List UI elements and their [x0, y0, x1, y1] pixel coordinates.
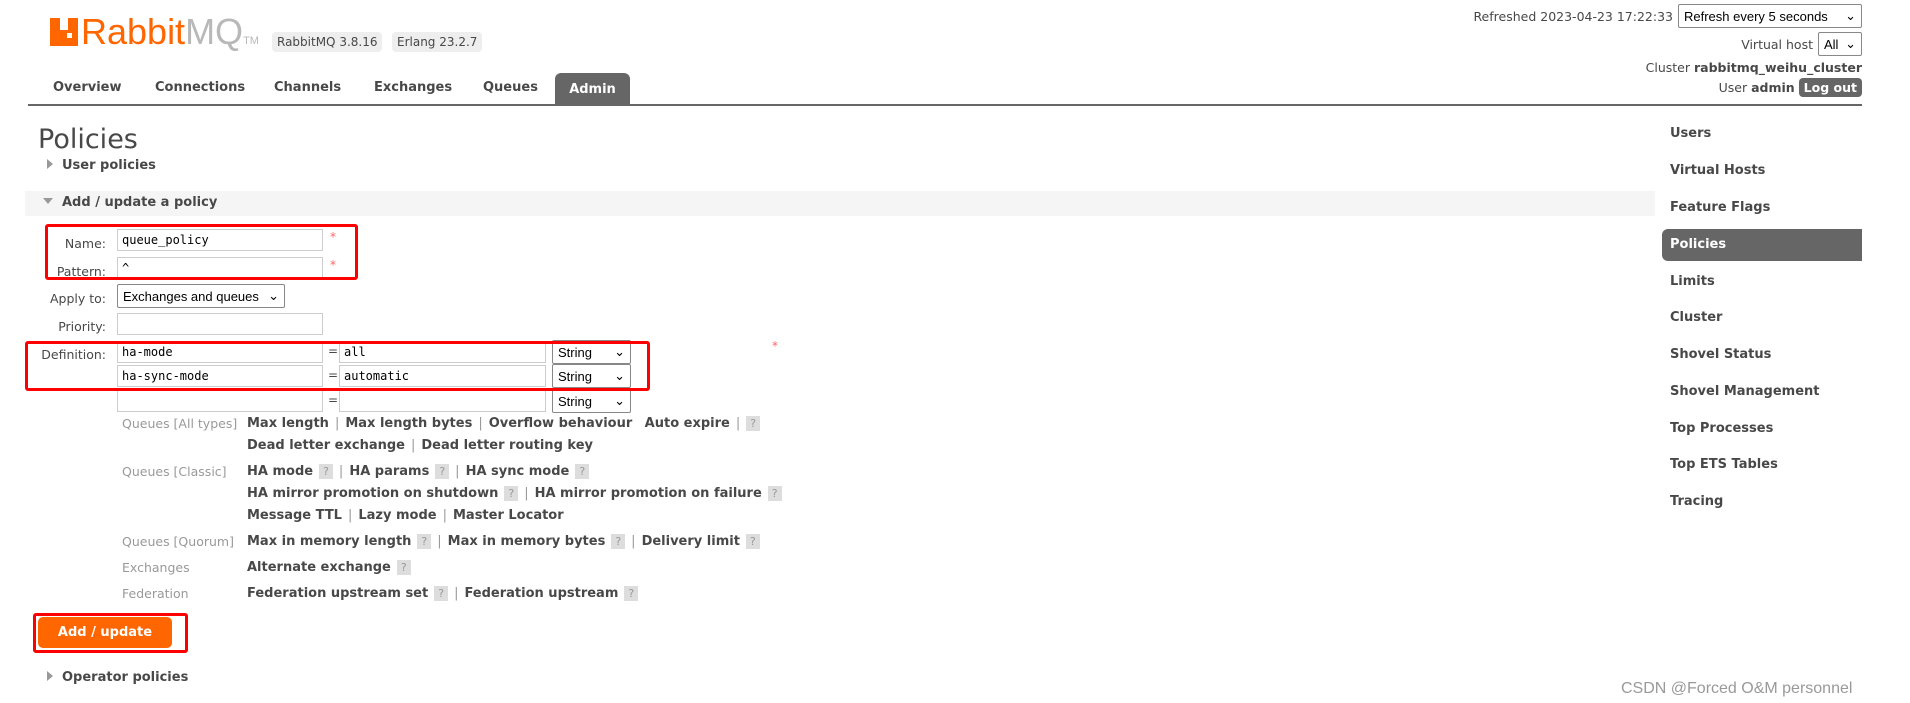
help-link-fed-set[interactable]: Federation upstream set [247, 586, 428, 601]
help-label-federation: Federation [122, 586, 189, 601]
vhost-select[interactable]: All ⌄ [1818, 32, 1862, 56]
help-link-mem-length[interactable]: Max in memory length [247, 534, 411, 549]
refreshed-text: Refreshed 2023-04-23 17:22:33 [1473, 8, 1673, 24]
help-link-max-length-bytes[interactable]: Max length bytes [345, 416, 472, 431]
help-question-icon[interactable]: ? [435, 464, 450, 479]
vhost-area: Virtual host All ⌄ [1741, 32, 1862, 56]
help-link-locator[interactable]: Master Locator [453, 508, 564, 523]
help-link-auto-expire[interactable]: Auto expire [645, 416, 730, 431]
page-title: Policies [38, 124, 138, 155]
chevron-down-icon: ⌄ [268, 288, 279, 303]
user-policies-toggle[interactable]: User policies [47, 158, 156, 173]
help-question-icon[interactable]: ? [624, 586, 639, 601]
help-question-icon[interactable]: ? [319, 464, 333, 479]
help-link-alt-exchange[interactable]: Alternate exchange [247, 560, 391, 575]
erlang-badge: Erlang 23.2.7 [392, 32, 483, 52]
annotation-box [25, 341, 650, 391]
help-link-ha-sync-mode[interactable]: HA sync mode [466, 464, 570, 479]
help-row: Max in memory length? | Max in memory byte… [247, 534, 760, 549]
rabbit-logo-icon [50, 18, 78, 46]
annotation-box [45, 224, 358, 280]
tab-admin[interactable]: Admin [555, 73, 630, 105]
tab-overview[interactable]: Overview [53, 80, 122, 95]
sidebar-item-shovel-management[interactable]: Shovel Management [1662, 377, 1862, 407]
sidebar-item-users[interactable]: Users [1662, 119, 1862, 149]
chevron-down-icon: ⌄ [1845, 8, 1856, 23]
help-question-icon[interactable]: ? [417, 534, 432, 549]
sidebar-item-tracing[interactable]: Tracing [1662, 487, 1862, 517]
operator-policies-toggle[interactable]: Operator policies [47, 670, 188, 685]
sidebar-item-top-ets-tables[interactable]: Top ETS Tables [1662, 450, 1862, 480]
chevron-down-icon: ⌄ [614, 393, 625, 408]
cluster-info: Cluster rabbitmq_weihu_cluster [1645, 60, 1862, 75]
triangle-down-icon [43, 198, 53, 204]
definition-value-input[interactable] [339, 390, 546, 412]
help-link-fed-upstream[interactable]: Federation upstream [464, 586, 618, 601]
logout-button[interactable]: Log out [1798, 78, 1862, 97]
help-link-max-length[interactable]: Max length [247, 416, 329, 431]
sidebar-item-limits[interactable]: Limits [1662, 267, 1862, 297]
help-question-icon[interactable]: ? [767, 486, 782, 501]
help-row: Federation upstream set? | Federation upst… [247, 586, 639, 601]
help-link-ha-shutdown[interactable]: HA mirror promotion on shutdown [247, 486, 498, 501]
rabbitmq-logo: RabbitMQTM [50, 14, 259, 59]
help-row: Alternate exchange? [247, 560, 411, 575]
watermark: CSDN @Forced O&M personnel [1621, 680, 1853, 697]
sidebar-item-shovel-status[interactable]: Shovel Status [1662, 340, 1862, 370]
help-label-queues-quorum: Queues [Quorum] [122, 534, 234, 549]
version-badge: RabbitMQ 3.8.16 [272, 32, 383, 52]
sidebar-item-cluster[interactable]: Cluster [1662, 303, 1862, 333]
user-info: User admin Log out [1719, 78, 1862, 97]
sidebar-item-virtual-hosts[interactable]: Virtual Hosts [1662, 156, 1862, 186]
triangle-right-icon [47, 671, 53, 681]
tab-connections[interactable]: Connections [155, 80, 245, 95]
definition-type-select[interactable]: String ⌄ [552, 389, 631, 413]
help-question-icon[interactable]: ? [575, 464, 590, 479]
help-row: Dead letter exchange | Dead letter routing… [247, 438, 593, 453]
tab-exchanges[interactable]: Exchanges [374, 80, 452, 95]
apply-to-select[interactable]: Exchanges and queues ⌄ [117, 284, 285, 308]
help-label-exchanges: Exchanges [122, 560, 190, 575]
help-label-queues-all: Queues [All types] [122, 416, 238, 431]
help-link-mem-bytes[interactable]: Max in memory bytes [448, 534, 606, 549]
tab-channels[interactable]: Channels [274, 80, 341, 95]
refresh-select[interactable]: Refresh every 5 seconds ⌄ [1678, 4, 1862, 28]
help-row: Message TTL | Lazy mode | Master Locator [247, 508, 564, 523]
apply-to-label: Apply to: [49, 291, 106, 306]
help-link-ttl[interactable]: Message TTL [247, 508, 342, 523]
help-link-lazy[interactable]: Lazy mode [358, 508, 436, 523]
chevron-down-icon: ⌄ [1845, 36, 1856, 51]
help-question-icon[interactable]: ? [745, 534, 760, 549]
help-question-icon[interactable]: ? [611, 534, 626, 549]
help-link-dlrk[interactable]: Dead letter routing key [421, 438, 593, 453]
sidebar-item-policies[interactable]: Policies [1662, 229, 1862, 261]
help-row: HA mode? | HA params? | HA sync mode? [247, 464, 590, 479]
help-link-ha-failure[interactable]: HA mirror promotion on failure [535, 486, 762, 501]
priority-label: Priority: [58, 319, 106, 334]
required-marker: * [772, 339, 778, 353]
sidebar-item-feature-flags[interactable]: Feature Flags [1662, 193, 1862, 223]
help-row: HA mirror promotion on shutdown? | HA mirr… [247, 486, 782, 501]
nav-divider [28, 104, 1862, 106]
refresh-area: Refreshed 2023-04-23 17:22:33 Refresh ev… [1473, 4, 1862, 28]
help-row: Max length | Max length bytes | Overflow beh… [247, 416, 761, 431]
annotation-box [33, 613, 188, 653]
add-policy-section-toggle[interactable]: Add / update a policy [25, 191, 1655, 216]
definition-key-input[interactable] [117, 390, 323, 412]
help-question-icon[interactable]: ? [434, 586, 449, 601]
help-question-icon[interactable]: ? [504, 486, 519, 501]
tab-queues[interactable]: Queues [483, 80, 538, 95]
help-question-icon[interactable]: ? [396, 560, 411, 575]
equals-sign: = [328, 393, 339, 407]
help-question-icon[interactable]: ? [746, 416, 761, 431]
priority-input[interactable] [117, 313, 323, 335]
help-link-delivery-limit[interactable]: Delivery limit [642, 534, 740, 549]
help-link-overflow[interactable]: Overflow behaviour [489, 416, 633, 431]
help-link-ha-mode[interactable]: HA mode [247, 464, 313, 479]
triangle-right-icon [47, 159, 53, 169]
help-link-dlx[interactable]: Dead letter exchange [247, 438, 405, 453]
help-label-queues-classic: Queues [Classic] [122, 464, 227, 479]
help-link-ha-params[interactable]: HA params [349, 464, 429, 479]
sidebar-item-top-processes[interactable]: Top Processes [1662, 414, 1862, 444]
